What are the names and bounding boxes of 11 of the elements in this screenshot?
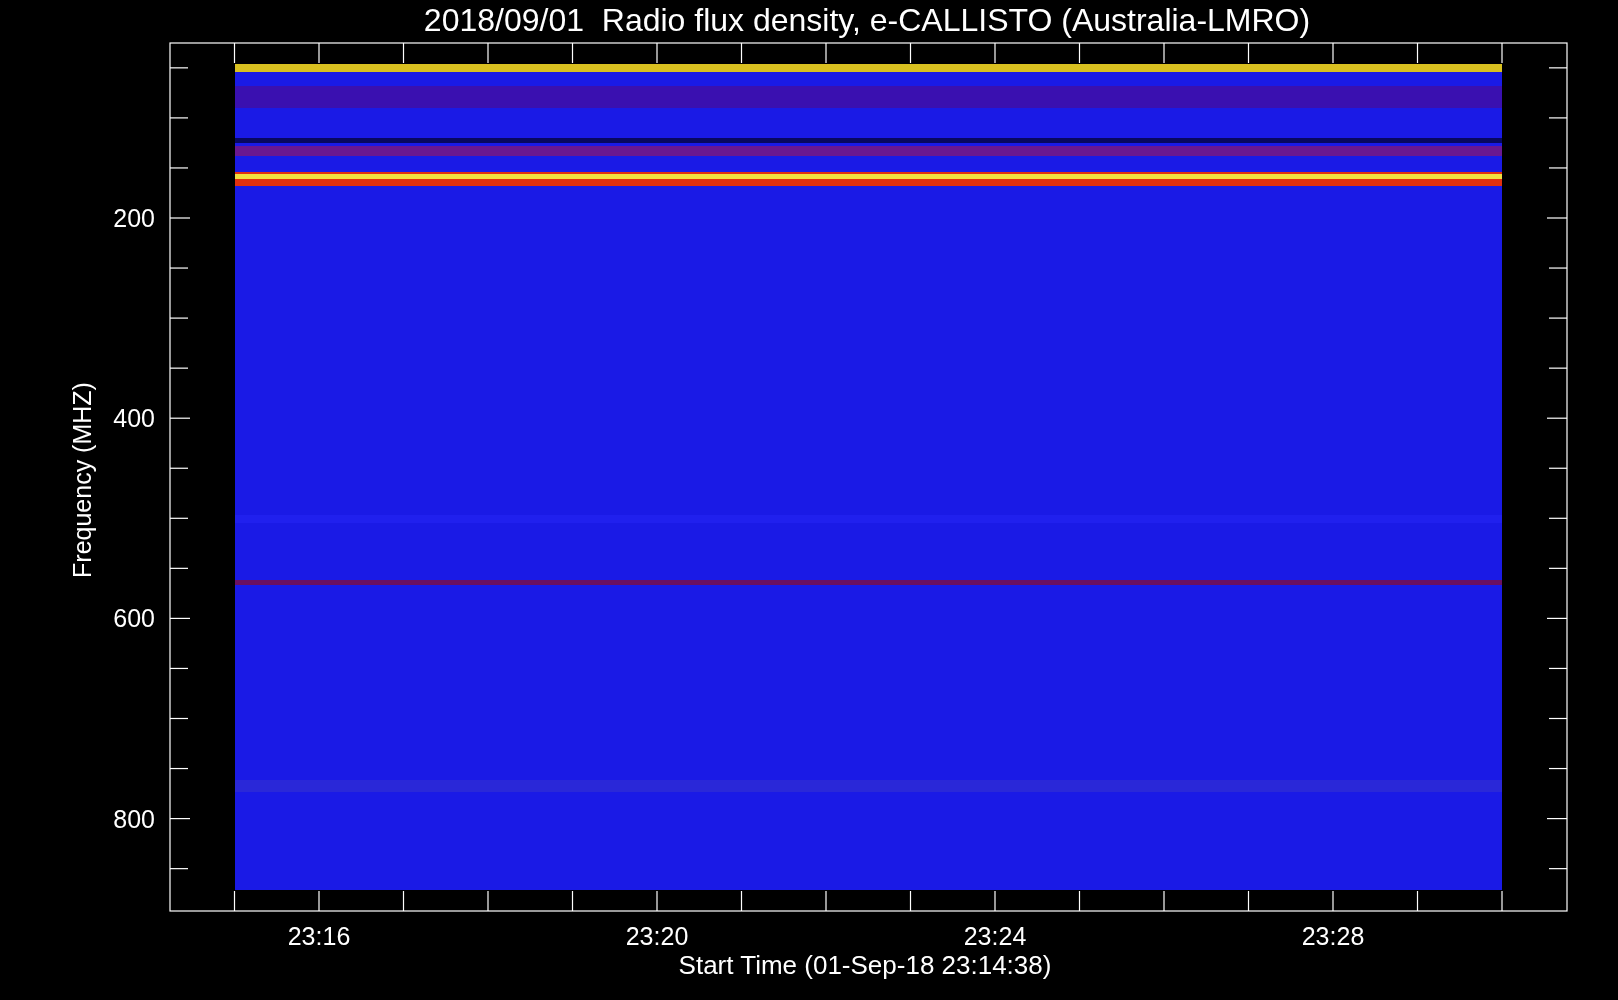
y-axis-title: Frequency (MHZ) bbox=[68, 382, 96, 578]
x-tick-label: 23:16 bbox=[287, 922, 351, 950]
y-tick-label: 400 bbox=[113, 404, 155, 433]
y-tick-label: 200 bbox=[113, 204, 155, 232]
y-tick-label: 600 bbox=[113, 604, 155, 633]
y-tick-label: 800 bbox=[113, 804, 155, 833]
x-tick-label: 23:20 bbox=[625, 922, 689, 950]
x-axis-title: Start Time (01-Sep-18 23:14:38) bbox=[678, 950, 1052, 980]
chart-title: 2018/09/01 Radio flux density, e-CALLISTO (Australia-LMRO) bbox=[423, 2, 1311, 38]
x-tick-label: 23:24 bbox=[963, 922, 1027, 950]
x-tick-label: 23:28 bbox=[1301, 922, 1365, 950]
